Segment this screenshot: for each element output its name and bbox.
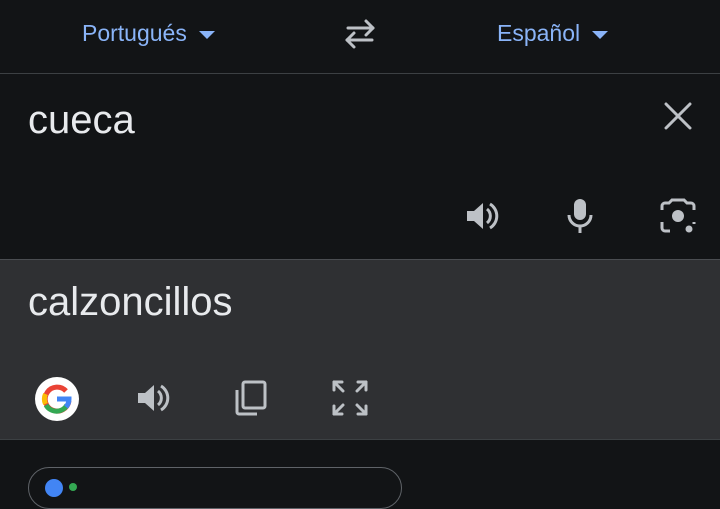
- assistant-dot-icon: [69, 483, 77, 491]
- chevron-down-icon: [198, 31, 215, 39]
- speaker-icon[interactable]: [462, 196, 502, 236]
- translation-panel: calzoncillos: [0, 259, 720, 439]
- target-language-label: Español: [497, 19, 581, 46]
- microphone-icon[interactable]: [560, 196, 600, 236]
- source-language-label: Portugués: [82, 19, 187, 46]
- google-g-icon: [41, 384, 72, 414]
- target-language-selector[interactable]: Español: [497, 18, 609, 48]
- assistant-chip[interactable]: [28, 467, 402, 509]
- swap-languages-icon[interactable]: [340, 16, 380, 50]
- assistant-icon: [45, 479, 63, 497]
- fullscreen-icon[interactable]: [330, 378, 370, 418]
- speaker-icon[interactable]: [133, 378, 173, 418]
- source-text-panel: cueca: [0, 74, 720, 259]
- source-text-input[interactable]: cueca: [28, 98, 135, 143]
- translation-text: calzoncillos: [28, 280, 233, 324]
- copy-icon[interactable]: [231, 378, 271, 418]
- camera-icon[interactable]: [658, 196, 698, 236]
- chevron-down-icon: [592, 31, 609, 39]
- language-bar: Portugués Español: [0, 0, 720, 74]
- source-language-selector[interactable]: Portugués: [82, 18, 215, 48]
- bottom-area: [0, 439, 720, 509]
- close-icon[interactable]: [660, 98, 696, 134]
- google-logo[interactable]: [35, 377, 79, 421]
